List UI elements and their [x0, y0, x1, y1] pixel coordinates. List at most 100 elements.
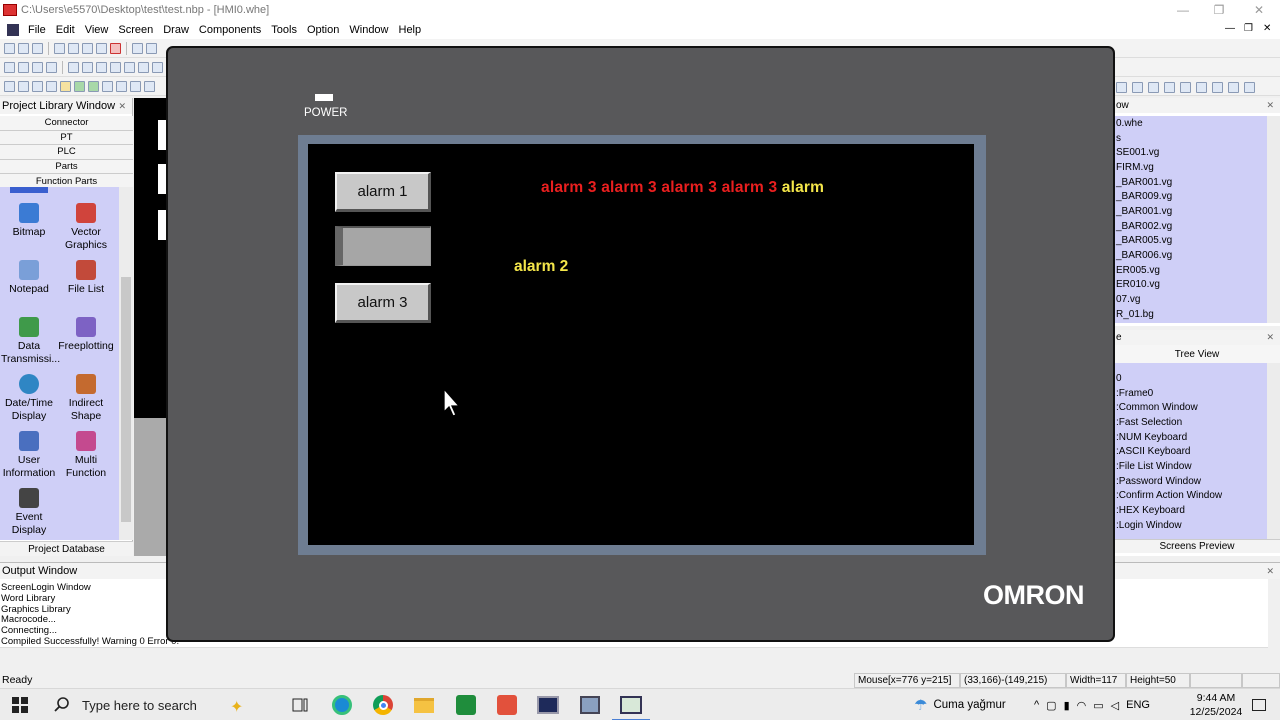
- file-item[interactable]: s: [1114, 131, 1280, 146]
- file-item[interactable]: SE001.vg: [1114, 145, 1280, 160]
- file-item[interactable]: ER010.vg: [1114, 278, 1280, 293]
- layers-icon[interactable]: [102, 80, 113, 92]
- pattern-tool-icon[interactable]: [1228, 81, 1239, 93]
- wifi-icon[interactable]: ◠: [1077, 699, 1087, 712]
- taskbar-search-box[interactable]: Type here to search ✦: [44, 689, 279, 720]
- tab-connector[interactable]: Connector: [0, 116, 133, 131]
- hmi-app-icon[interactable]: [620, 694, 642, 716]
- menu-tools[interactable]: Tools: [266, 24, 302, 36]
- line-tool-icon[interactable]: [1116, 81, 1127, 93]
- file-item[interactable]: FIRM.vg: [1114, 160, 1280, 175]
- tree-scrollbar[interactable]: [1267, 363, 1280, 539]
- part-multi-function[interactable]: Multi Function: [58, 431, 114, 480]
- part-notepad[interactable]: Notepad: [1, 260, 57, 296]
- canvas-object[interactable]: [158, 164, 166, 194]
- part-indirect-shape[interactable]: Indirect Shape: [58, 374, 114, 423]
- file-item[interactable]: _BAR001.vg: [1114, 204, 1280, 219]
- grid-icon[interactable]: [4, 80, 15, 92]
- task-view-icon[interactable]: [289, 694, 311, 716]
- part-date-time-display[interactable]: Date/Time Display: [1, 374, 57, 423]
- tree-item[interactable]: :Common Window: [1114, 400, 1280, 415]
- alarm-2-button[interactable]: [335, 226, 431, 266]
- canvas-object[interactable]: [158, 120, 166, 150]
- menu-draw[interactable]: Draw: [158, 24, 194, 36]
- tab-pt[interactable]: PT: [0, 130, 133, 146]
- undo-icon[interactable]: [146, 42, 157, 54]
- save-icon[interactable]: [32, 42, 43, 54]
- sheet-icon[interactable]: [116, 80, 127, 92]
- camera-icon[interactable]: ▢: [1046, 699, 1056, 712]
- tab-tree-view[interactable]: Tree View: [1114, 345, 1280, 363]
- bars-tool-icon[interactable]: [1164, 81, 1175, 93]
- file-item[interactable]: _BAR001.vg: [1114, 175, 1280, 190]
- file-list-scrollbar[interactable]: [1267, 116, 1280, 323]
- canvas-object[interactable]: [158, 210, 166, 240]
- hatch-tool-icon[interactable]: [1132, 81, 1143, 93]
- center-icon[interactable]: [138, 61, 149, 73]
- menu-window[interactable]: Window: [344, 24, 393, 36]
- frame-icon[interactable]: [46, 80, 57, 92]
- windows-start-icon[interactable]: [9, 694, 31, 716]
- alarm-3-button[interactable]: alarm 3: [335, 283, 431, 323]
- folder-icon[interactable]: [60, 80, 71, 92]
- edge-icon[interactable]: [331, 694, 353, 716]
- menu-option[interactable]: Option: [302, 24, 344, 36]
- file-item[interactable]: 0.whe: [1114, 116, 1280, 131]
- file-item[interactable]: ER005.vg: [1114, 263, 1280, 278]
- part-file-list[interactable]: File List: [58, 260, 114, 296]
- scale-tool-icon[interactable]: [1212, 81, 1223, 93]
- part-event-display[interactable]: Event Display: [1, 488, 57, 537]
- copy-icon[interactable]: [68, 42, 79, 54]
- alarm-1-button[interactable]: alarm 1: [335, 172, 431, 212]
- same-width-icon[interactable]: [68, 61, 79, 73]
- mdi-restore-button[interactable]: ❐: [1244, 23, 1253, 34]
- clock[interactable]: 9:44 AM 12/25/2024: [1188, 691, 1244, 719]
- tab-project-database[interactable]: Project Database: [0, 541, 133, 556]
- part-data-transmission[interactable]: Data Transmissi...: [1, 317, 60, 366]
- file-item[interactable]: R_01.bg: [1114, 307, 1280, 322]
- rotate-icon[interactable]: [152, 61, 163, 73]
- columns-tool-icon[interactable]: [1180, 81, 1191, 93]
- chrome-icon[interactable]: [372, 694, 394, 716]
- notification-icon[interactable]: [1248, 694, 1270, 716]
- tree-item[interactable]: :Frame0: [1114, 386, 1280, 401]
- open-icon[interactable]: [18, 42, 29, 54]
- file-item[interactable]: _BAR005.vg: [1114, 234, 1280, 249]
- align-right-icon[interactable]: [18, 61, 29, 73]
- volume-icon[interactable]: ◁: [1111, 699, 1119, 712]
- duplicate-icon[interactable]: [96, 42, 107, 54]
- menu-help[interactable]: Help: [394, 24, 427, 36]
- microphone-icon[interactable]: ▮: [1064, 699, 1070, 712]
- tree-item[interactable]: :File List Window: [1114, 459, 1280, 474]
- delete-icon[interactable]: [110, 42, 121, 54]
- tab-screens-preview[interactable]: Screens Preview: [1114, 539, 1280, 553]
- editor-canvas[interactable]: [134, 98, 166, 556]
- run-icon[interactable]: [144, 80, 155, 92]
- output-vscrollbar[interactable]: [1268, 579, 1280, 660]
- arrow-tool-icon[interactable]: [1244, 81, 1255, 93]
- copilot-sparkle-icon[interactable]: ✦: [230, 697, 243, 717]
- stack-tool-icon[interactable]: [1196, 81, 1207, 93]
- language-indicator[interactable]: ENG: [1126, 699, 1150, 711]
- table-icon[interactable]: [18, 80, 29, 92]
- redo-icon[interactable]: [132, 42, 143, 54]
- tab-plc[interactable]: PLC: [0, 145, 133, 160]
- space-horizontal-icon[interactable]: [110, 61, 121, 73]
- file-explorer-icon[interactable]: [413, 694, 435, 716]
- tree-item[interactable]: 0: [1114, 371, 1280, 386]
- paste-icon[interactable]: [82, 42, 93, 54]
- part-user-information[interactable]: User Information: [1, 431, 57, 480]
- menu-components[interactable]: Components: [194, 24, 266, 36]
- space-vertical-icon[interactable]: [124, 61, 135, 73]
- mdi-close-button[interactable]: ✕: [1263, 23, 1271, 34]
- file-item[interactable]: _BAR009.vg: [1114, 189, 1280, 204]
- tree-item[interactable]: :NUM Keyboard: [1114, 430, 1280, 445]
- excel-like-icon[interactable]: [455, 694, 477, 716]
- tree-item[interactable]: :Password Window: [1114, 474, 1280, 489]
- menu-edit[interactable]: Edit: [51, 24, 80, 36]
- align-bottom-icon[interactable]: [46, 61, 57, 73]
- menu-view[interactable]: View: [80, 24, 114, 36]
- picture-library-icon[interactable]: [88, 80, 99, 92]
- part-bitmap[interactable]: Bitmap: [1, 203, 57, 239]
- picture-icon[interactable]: [74, 80, 85, 92]
